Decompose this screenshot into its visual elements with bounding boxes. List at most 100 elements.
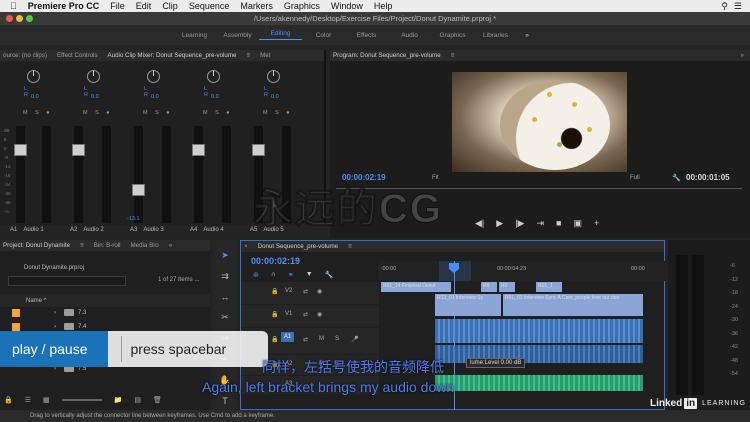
mute-solo-record-buttons[interactable]: M S ● (263, 110, 293, 116)
menu-graphics[interactable]: Graphics (284, 1, 320, 11)
step-forward-icon[interactable]: |▶ (515, 218, 524, 229)
name-column-header[interactable]: Name ^ (26, 298, 47, 304)
clip-v2-finished-donut[interactable]: R01_14 Finished Donut (381, 282, 451, 292)
panel-menu-icon[interactable]: ≡ (246, 52, 250, 59)
razor-tool-icon[interactable]: ✂ (221, 312, 229, 323)
type-tool-icon[interactable]: T (222, 396, 228, 406)
fader-handle[interactable] (132, 184, 145, 196)
lift-icon[interactable]: ■ (556, 218, 561, 229)
new-item-icon[interactable]: ▤ (134, 396, 141, 404)
eye-icon[interactable]: ◉ (317, 311, 322, 318)
disclosure-chevron-icon[interactable]: › (54, 324, 56, 330)
sequence-tab[interactable]: Donut Sequence_pre-volume (258, 243, 339, 250)
mute-solo-record-buttons[interactable]: M S ● (143, 110, 173, 116)
panel-expand-chevron-icon[interactable]: » (741, 52, 750, 59)
menu-window[interactable]: Window (331, 1, 363, 11)
menu-file[interactable]: File (110, 1, 125, 11)
mute-solo-record-buttons[interactable]: M S ● (23, 110, 53, 116)
fader-handle[interactable] (252, 144, 265, 156)
clip-a3-audio[interactable] (435, 375, 643, 391)
lock-icon[interactable]: 🔒 (4, 396, 13, 404)
sync-lock-icon[interactable]: ⇄ (303, 288, 308, 295)
play-icon[interactable]: ▶ (496, 218, 503, 229)
timeline-playhead-timecode[interactable]: 00:00:02:19 (251, 256, 300, 266)
pan-knob[interactable] (207, 70, 220, 83)
close-icon[interactable]: × (244, 243, 248, 250)
clip-v1-interview-r13[interactable]: R13_01 Interview Sy (435, 294, 501, 316)
mute-solo-record-buttons[interactable]: M S ● (83, 110, 113, 116)
program-video-frame[interactable] (452, 72, 627, 172)
workspace-learning[interactable]: Learning (173, 32, 216, 39)
clip-v2[interactable]: R0 (481, 282, 497, 292)
close-window-button[interactable] (6, 15, 13, 22)
search-icon[interactable]: ⚲ (721, 1, 728, 12)
mic-icon[interactable]: 🎤 (351, 336, 358, 343)
list-view-icon[interactable]: ☰ (25, 396, 31, 404)
tab-metadata[interactable]: Met (260, 52, 270, 59)
fader-handle[interactable] (192, 144, 205, 156)
menu-markers[interactable]: Markers (240, 1, 273, 11)
time-ruler[interactable]: :00:00 00:00:04:23 00:00 (379, 261, 665, 281)
workspace-effects[interactable]: Effects (345, 32, 388, 39)
menu-list-icon[interactable]: ☰ (734, 1, 742, 12)
sync-lock-icon[interactable]: ⇄ (303, 311, 308, 318)
pan-knob[interactable] (267, 70, 280, 83)
track-label[interactable]: V1 (285, 311, 292, 317)
pan-value[interactable]: 0.0 (271, 94, 279, 100)
selection-tool-icon[interactable]: ➤ (221, 250, 229, 261)
track-select-tool-icon[interactable]: ⇉ (221, 271, 229, 282)
workspace-libraries[interactable]: Libraries (474, 32, 517, 39)
disclosure-chevron-icon[interactable]: › (54, 310, 56, 316)
clip-v1-interview-r01[interactable]: R01_01 Interview Sync A Cam_people love … (503, 294, 643, 316)
apple-icon[interactable]:  (10, 1, 17, 11)
tab-media-browser[interactable]: Media Bro (131, 242, 159, 249)
pan-value[interactable]: 0.0 (31, 94, 39, 100)
go-to-out-icon[interactable]: ⇥ (536, 218, 544, 229)
zoom-window-button[interactable] (26, 15, 33, 22)
pan-knob[interactable] (87, 70, 100, 83)
playback-resolution-select[interactable]: Full (630, 175, 640, 181)
ripple-edit-tool-icon[interactable]: ↔ (221, 292, 230, 302)
workspace-more-chevron-icon[interactable]: » (517, 32, 537, 39)
fader-handle[interactable] (72, 144, 85, 156)
menu-clip[interactable]: Clip (162, 1, 178, 11)
step-back-icon[interactable]: ◀| (475, 218, 484, 229)
fader-handle[interactable] (14, 144, 27, 156)
timeline-settings-wrench-icon[interactable]: 🔧 (325, 271, 334, 279)
track-label[interactable]: A1 (281, 332, 295, 342)
fader-value[interactable]: -13.1 (127, 216, 140, 222)
eye-icon[interactable]: ◉ (317, 288, 322, 295)
wrench-icon[interactable]: 🔧 (672, 174, 681, 182)
workspace-audio[interactable]: Audio (388, 32, 431, 39)
project-search-input[interactable] (8, 276, 126, 286)
project-list-item[interactable]: › 7.3 (0, 306, 210, 319)
lock-icon[interactable]: 🔒 (271, 336, 278, 343)
panel-expand-chevron-icon[interactable]: » (169, 242, 172, 249)
track-label[interactable]: V2 (285, 288, 292, 294)
menu-help[interactable]: Help (374, 1, 393, 11)
panel-menu-icon[interactable]: ≡ (451, 52, 455, 59)
tab-bin-broll[interactable]: Bin: B-roll (94, 242, 121, 249)
lock-icon[interactable]: 🔒 (271, 288, 278, 295)
icon-view-icon[interactable]: ▦ (43, 396, 50, 404)
workspace-color[interactable]: Color (302, 32, 345, 39)
panel-menu-icon[interactable]: ≡ (348, 243, 352, 250)
workspace-graphics[interactable]: Graphics (431, 32, 474, 39)
pan-value[interactable]: 0.0 (211, 94, 219, 100)
tab-audio-clip-mixer[interactable]: Audio Clip Mixer: Donut Sequence_pre-vol… (108, 52, 237, 59)
add-marker-icon[interactable]: ▼ (306, 271, 313, 279)
workspace-editing[interactable]: Editing (259, 30, 302, 40)
tab-project[interactable]: Project: Donut Dynamite (3, 242, 70, 249)
pan-knob[interactable] (147, 70, 160, 83)
pan-value[interactable]: 0.0 (151, 94, 159, 100)
workspace-assembly[interactable]: Assembly (216, 32, 259, 39)
trash-icon[interactable]: 🗑 (153, 396, 162, 404)
tab-source[interactable]: ource: (no clips) (3, 52, 47, 59)
new-bin-icon[interactable]: 📁 (114, 396, 123, 404)
menu-edit[interactable]: Edit (136, 1, 152, 11)
minimize-window-button[interactable] (16, 15, 23, 22)
clip-v2[interactable]: R0 (499, 282, 515, 292)
label-color-swatch[interactable] (12, 309, 20, 317)
pan-knob[interactable] (27, 70, 40, 83)
add-button-icon[interactable]: + (594, 218, 599, 229)
